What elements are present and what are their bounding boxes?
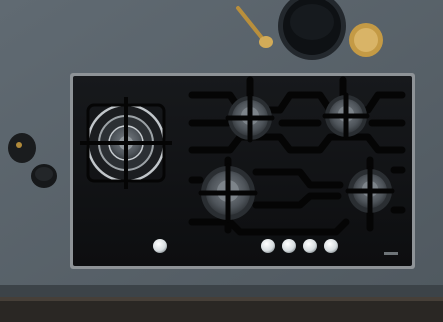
brand-badge: [384, 252, 398, 255]
knob-icon[interactable]: [282, 239, 296, 253]
knob-icon[interactable]: [261, 239, 275, 253]
kitchen-scene: [0, 0, 443, 322]
countertop-edge: [0, 285, 443, 297]
jar-icon: [349, 23, 383, 57]
knob-icon[interactable]: [303, 239, 317, 253]
gas-hob: [70, 73, 415, 269]
knob-icon[interactable]: [324, 239, 338, 253]
knob-icon[interactable]: [153, 239, 167, 253]
